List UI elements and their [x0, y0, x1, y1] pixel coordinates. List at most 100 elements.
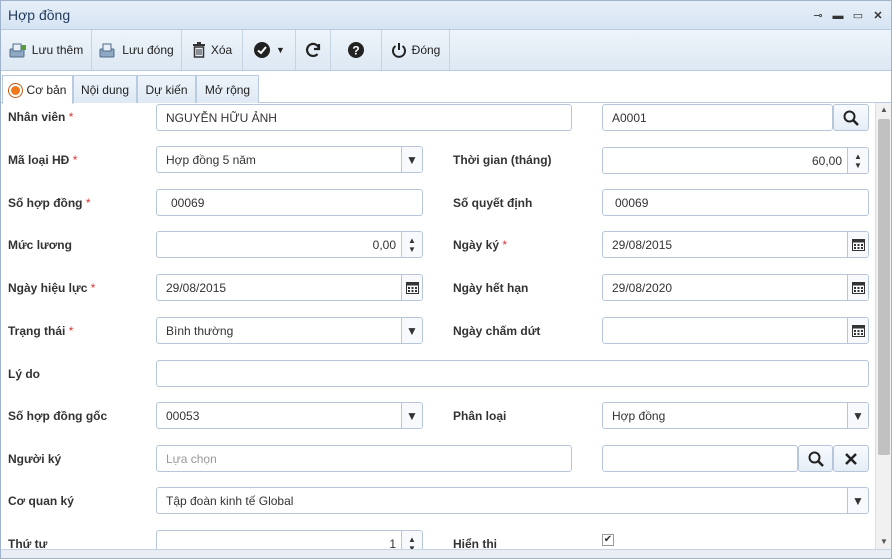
minimize-icon[interactable]: ▬	[831, 9, 845, 23]
reason-label: Lý do	[8, 367, 40, 381]
scroll-up-icon[interactable]: ▲	[876, 103, 891, 117]
signer-code-field[interactable]	[602, 445, 798, 472]
save-add-label: Lưu thêm	[31, 43, 84, 57]
search-icon	[843, 110, 859, 126]
contract-no-field[interactable]: 00069	[156, 189, 423, 216]
refresh-button[interactable]	[296, 30, 331, 70]
duration-label: Thời gian (tháng)	[453, 153, 552, 167]
reason-field[interactable]	[156, 360, 869, 387]
employee-search-button[interactable]	[833, 104, 869, 131]
stepper-arrows-icon[interactable]: ▲ ▼	[401, 531, 422, 549]
end-date-label: Ngày chấm dứt	[453, 324, 541, 338]
end-date-field[interactable]	[602, 317, 869, 344]
decision-no-field[interactable]: 00069	[602, 189, 869, 216]
status-select[interactable]: Bình thường ▼	[156, 317, 423, 344]
signer-search-button[interactable]	[798, 445, 833, 472]
tab-bar: Cơ bản Nội dung Dự kiến Mở rộng	[1, 71, 891, 104]
vertical-scrollbar[interactable]: ▲ ▼	[875, 103, 891, 549]
window-title: Hợp đồng	[8, 7, 71, 23]
scroll-down-icon[interactable]: ▼	[876, 535, 891, 549]
save-add-button[interactable]: Lưu thêm	[1, 30, 92, 70]
form-content: Nhân viên * NGUYỄN HỮU ẢNH A0001 Mã loại…	[1, 103, 875, 549]
close-label: Đóng	[411, 43, 441, 57]
contract-type-label: Mã loại HĐ *	[8, 153, 78, 167]
tab-basic-label: Cơ bản	[26, 83, 67, 97]
original-no-select[interactable]: 00053 ▼	[156, 402, 423, 429]
salary-label: Mức lương	[8, 238, 72, 252]
tab-basic[interactable]: Cơ bản	[2, 75, 73, 104]
trash-icon	[192, 42, 205, 58]
pin-icon[interactable]: ⊸	[811, 9, 825, 23]
signer-clear-button[interactable]	[833, 445, 869, 472]
employee-label: Nhân viên *	[8, 110, 74, 124]
chevron-down-icon[interactable]: ▼	[847, 403, 868, 428]
scrollbar-thumb[interactable]	[878, 119, 890, 455]
help-icon: ?	[348, 42, 364, 58]
agency-select[interactable]: Tập đoàn kinh tế Global ▼	[156, 487, 869, 514]
power-icon	[391, 43, 406, 58]
stepper-arrows-icon[interactable]: ▲ ▼	[401, 232, 422, 257]
agency-label: Cơ quan ký	[8, 494, 74, 508]
check-circle-icon	[254, 42, 271, 58]
expiry-date-label: Ngày hết hạn	[453, 281, 529, 295]
tab-content-label: Nội dung	[80, 82, 130, 97]
maximize-icon[interactable]: ▭	[851, 9, 865, 23]
effective-date-label: Ngày hiệu lực *	[8, 281, 96, 295]
delete-label: Xóa	[210, 43, 233, 57]
signer-label: Người ký	[8, 452, 62, 466]
decision-no-label: Số quyết định	[453, 196, 533, 210]
close-button[interactable]: Đóng	[382, 30, 450, 70]
calendar-icon[interactable]	[847, 232, 868, 257]
chevron-down-icon[interactable]: ▼	[847, 488, 868, 513]
tab-content[interactable]: Nội dung	[73, 75, 137, 103]
chevron-down-icon[interactable]: ▼	[401, 147, 422, 172]
employee-name-field[interactable]: NGUYỄN HỮU ẢNH	[156, 104, 572, 131]
help-button[interactable]: ?	[331, 30, 382, 70]
employee-code-field[interactable]: A0001	[602, 104, 833, 131]
toolbar: Lưu thêm Lưu đóng Xóa ▼ ? Đóng	[1, 30, 891, 71]
title-bar: Hợp đồng ⊸ ▬ ▭ ✕	[1, 1, 891, 30]
calendar-icon[interactable]	[847, 275, 868, 300]
expiry-date-field[interactable]: 29/08/2020	[602, 274, 869, 301]
stepper-arrows-icon[interactable]: ▲ ▼	[847, 148, 868, 173]
clear-icon	[845, 452, 857, 465]
bottom-border	[1, 549, 891, 558]
tab-extended[interactable]: Mở rộng	[196, 75, 259, 103]
category-label: Phân loại	[453, 409, 507, 423]
delete-button[interactable]: Xóa	[182, 30, 243, 70]
tab-forecast-label: Dự kiến	[145, 82, 188, 97]
chevron-down-icon[interactable]: ▼	[401, 318, 422, 343]
visible-checkbox[interactable]: ✔	[602, 534, 614, 546]
save-close-label: Lưu đóng	[122, 43, 174, 57]
chevron-down-icon: ▼	[276, 45, 285, 55]
search-icon	[808, 451, 824, 467]
signer-field[interactable]: Lựa chọn	[156, 445, 572, 472]
effective-date-field[interactable]: 29/08/2015	[156, 274, 423, 301]
save-close-button[interactable]: Lưu đóng	[92, 30, 182, 70]
calendar-icon[interactable]	[401, 275, 422, 300]
order-stepper[interactable]: 1 ▲ ▼	[156, 530, 423, 549]
chevron-down-icon[interactable]: ▼	[401, 403, 422, 428]
contract-window: Hợp đồng ⊸ ▬ ▭ ✕ Lưu thêm Lưu đóng Xóa ▼…	[0, 0, 892, 559]
calendar-icon[interactable]	[847, 318, 868, 343]
save-add-icon	[9, 43, 26, 58]
sign-date-label: Ngày ký *	[453, 238, 508, 252]
refresh-icon	[305, 42, 321, 57]
sign-date-field[interactable]: 29/08/2015	[602, 231, 869, 258]
close-icon[interactable]: ✕	[871, 9, 885, 23]
original-no-label: Số hợp đồng gốc	[8, 409, 108, 423]
status-label: Trạng thái *	[8, 324, 74, 338]
category-select[interactable]: Hợp đồng ▼	[602, 402, 869, 429]
tab-extended-label: Mở rộng	[204, 82, 251, 97]
duration-stepper[interactable]: 60,00 ▲ ▼	[602, 147, 869, 174]
contract-type-select[interactable]: Hợp đồng 5 năm ▼	[156, 146, 423, 173]
radio-active-icon	[8, 83, 22, 97]
svg-text:?: ?	[352, 44, 359, 58]
save-close-icon	[99, 43, 115, 58]
contract-no-label: Số hợp đồng *	[8, 196, 91, 210]
salary-stepper[interactable]: 0,00 ▲ ▼	[156, 231, 423, 258]
visible-label: Hiển thị	[453, 537, 497, 549]
tab-forecast[interactable]: Dự kiến	[137, 75, 196, 103]
approve-dropdown-button[interactable]: ▼	[243, 30, 296, 70]
order-label: Thứ tự	[8, 537, 48, 549]
